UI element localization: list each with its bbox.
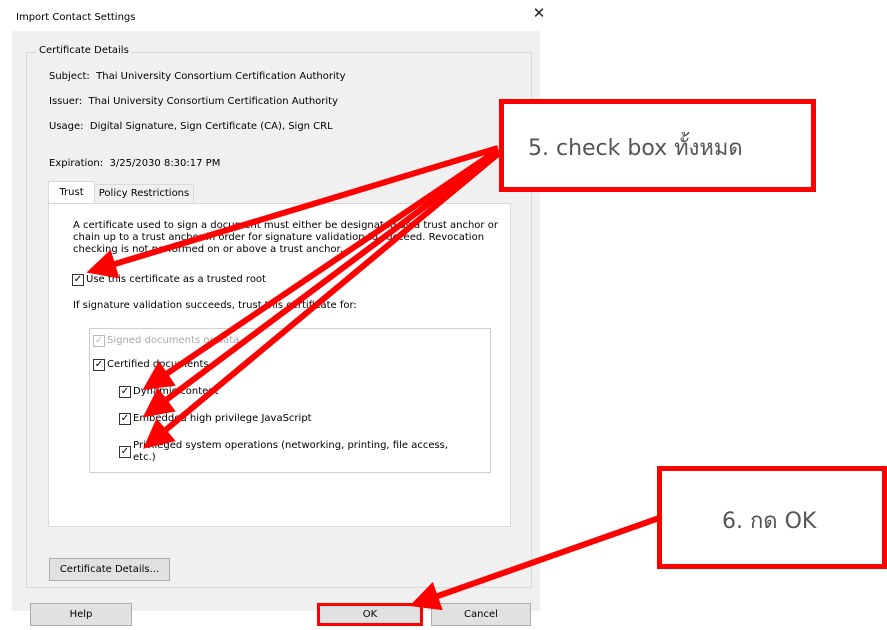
subject-row: Subject: Thai University Consortium Cert… [49, 71, 346, 82]
trusted-root-label: Use this certificate as a trusted root [86, 274, 266, 285]
expiration-row: Expiration: 3/25/2030 8:30:17 PM [49, 158, 220, 169]
certificate-details-group-label: Certificate Details [37, 45, 131, 56]
usage-label: Usage: [49, 121, 84, 132]
step5-callout: 5. check box ทั้งหมด [499, 99, 816, 192]
tab-trust[interactable]: Trust [48, 181, 95, 205]
privileged-operations-label: Privileged system operations (networking… [133, 440, 449, 463]
step6-callout: 6. กด OK [657, 466, 887, 569]
signed-documents-checkbox: ✓ [93, 335, 105, 347]
certificate-details-button[interactable]: Certificate Details... [49, 558, 170, 581]
step6-callout-text: 6. กด OK [722, 509, 817, 534]
import-contact-settings-dialog: Import Contact Settings ✕ Certificate De… [0, 0, 555, 630]
ok-button[interactable]: OK [317, 603, 423, 626]
expiration-label: Expiration: [49, 158, 104, 169]
javascript-label: Embedded high privilege JavaScript [133, 413, 312, 424]
usage-value: Digital Signature, Sign Certificate (CA)… [89, 121, 333, 132]
step5-callout-text: 5. check box ทั้งหมด [528, 136, 743, 161]
tab-policy-restrictions[interactable]: Policy Restrictions [94, 184, 194, 205]
dynamic-content-checkbox[interactable]: ✓ [119, 386, 131, 398]
signed-documents-label: Signed documents or data [107, 335, 240, 346]
dynamic-content-label: Dynamic content [133, 386, 219, 397]
subject-label: Subject: [49, 71, 90, 82]
cancel-button[interactable]: Cancel [431, 603, 531, 626]
javascript-checkbox[interactable]: ✓ [119, 413, 131, 425]
trusted-root-checkbox[interactable]: ✓ [72, 274, 84, 286]
window-title: Import Contact Settings [16, 12, 136, 23]
close-icon[interactable]: ✕ [532, 6, 546, 21]
expiration-value: 3/25/2030 8:30:17 PM [109, 158, 221, 169]
certified-documents-checkbox[interactable]: ✓ [93, 359, 105, 371]
privileged-operations-checkbox[interactable]: ✓ [119, 446, 131, 458]
usage-row: Usage: Digital Signature, Sign Certifica… [49, 121, 333, 132]
issuer-label: Issuer: [49, 96, 83, 107]
trust-description: A certificate used to sign a document mu… [73, 220, 498, 255]
subject-value: Thai University Consortium Certification… [96, 71, 346, 82]
issuer-value: Thai University Consortium Certification… [88, 96, 339, 107]
help-button[interactable]: Help [30, 603, 132, 626]
issuer-row: Issuer: Thai University Consortium Certi… [49, 96, 338, 107]
certified-documents-label: Certified documents [107, 359, 209, 370]
trust-for-heading: If signature validation succeeds, trust … [73, 300, 357, 311]
